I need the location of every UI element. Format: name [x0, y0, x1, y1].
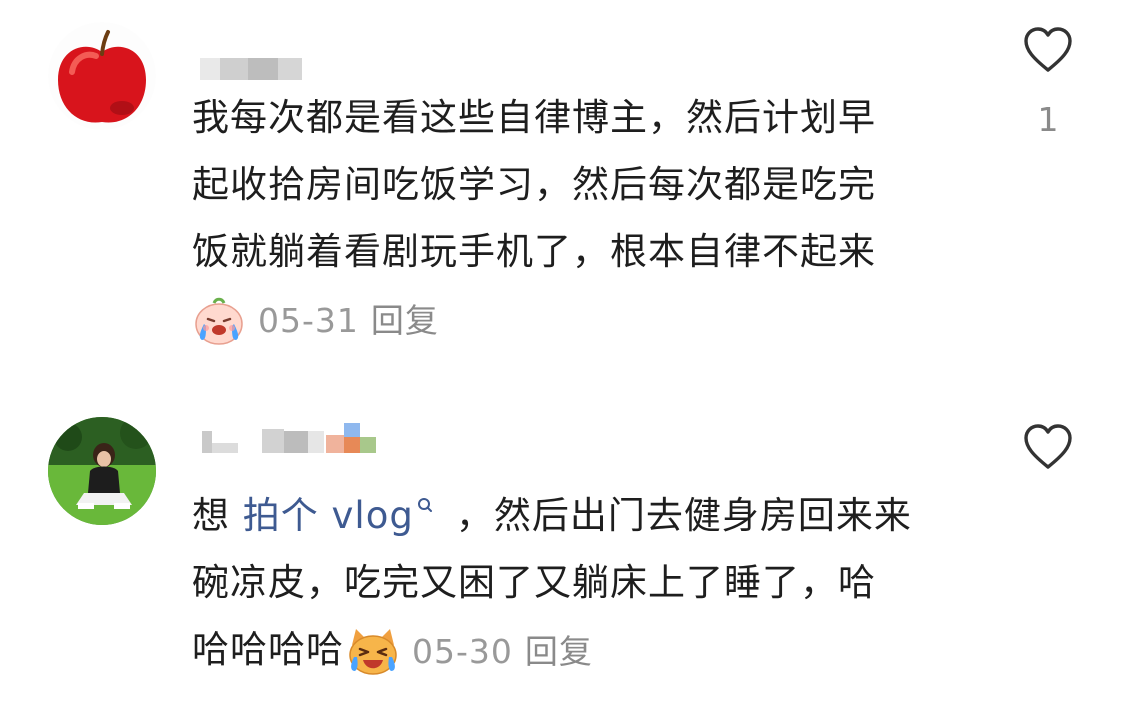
comment-meta: 05-30 回复	[346, 618, 593, 685]
username-redacted[interactable]	[196, 423, 386, 453]
comment-text-rest: ，然后出门去健身房回来来	[455, 494, 912, 537]
comment-item: 想 拍个 vlog ，然后出门去健身房回来来 碗凉皮，吃完又困了又躺床上了睡了，哈…	[0, 395, 1125, 703]
avatar[interactable]	[48, 22, 156, 130]
heart-outline-icon[interactable]	[1023, 26, 1073, 74]
comment-date: 05-30	[412, 632, 513, 671]
crying-face-emoji	[195, 297, 243, 345]
comment-date: 05-31	[258, 301, 359, 340]
comment-line: 饭就躺着看剧玩手机了，根本自律不起来	[192, 230, 876, 273]
search-link-text[interactable]: 拍个 vlog	[243, 494, 414, 537]
comment-meta: 05-31 回复	[192, 287, 439, 354]
search-link[interactable]: 拍个 vlog	[243, 494, 456, 537]
laughing-cat-emoji	[349, 628, 397, 675]
like-button[interactable]	[1023, 423, 1073, 471]
reply-button[interactable]: 回复	[371, 287, 439, 354]
heart-outline-icon[interactable]	[1023, 423, 1073, 471]
comment-text: 想 拍个 vlog ，然后出门去健身房回来来 碗凉皮，吃完又困了又躺床上了睡了，哈…	[192, 482, 982, 685]
comment-item: 我每次都是看这些自律博主，然后计划早 起收拾房间吃饭学习，然后每次都是吃完 饭就…	[0, 0, 1125, 360]
comment-line: 碗凉皮，吃完又困了又躺床上了睡了，哈	[192, 561, 876, 604]
like-count: 1	[1037, 100, 1059, 139]
like-button[interactable]: 1	[1023, 26, 1073, 139]
red-apple-avatar-image	[48, 22, 156, 130]
comment-line: 我每次都是看这些自律博主，然后计划早	[192, 96, 876, 139]
girl-on-grass-avatar-image	[48, 417, 156, 525]
reply-button[interactable]: 回复	[525, 618, 593, 685]
username-redacted[interactable]	[196, 52, 306, 82]
comment-line: 哈哈哈哈	[192, 628, 344, 671]
search-icon	[417, 497, 432, 512]
avatar[interactable]	[48, 417, 156, 525]
comment-text-prefix: 想	[192, 494, 230, 537]
comment-text: 我每次都是看这些自律博主，然后计划早 起收拾房间吃饭学习，然后每次都是吃完 饭就…	[192, 84, 982, 354]
comment-line: 起收拾房间吃饭学习，然后每次都是吃完	[192, 163, 876, 206]
